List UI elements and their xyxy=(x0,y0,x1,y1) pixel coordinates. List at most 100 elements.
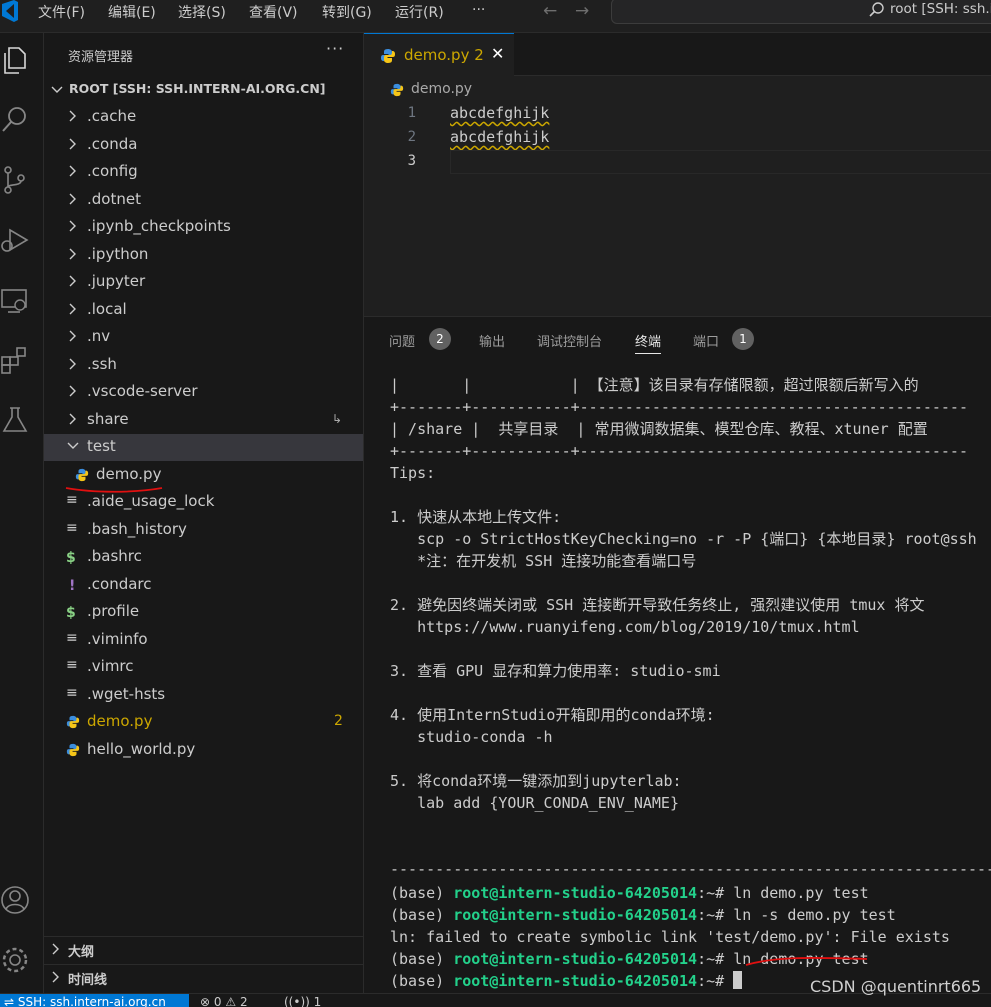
tree-item-label: .vscode-server xyxy=(87,382,198,400)
ports-status[interactable]: ((•)) 1 xyxy=(284,994,321,1007)
terminal[interactable]: | | | 【注意】该目录有存储限额，超过限额后新写入的 +-------+---… xyxy=(390,375,991,990)
code-text[interactable]: abcdefghijk xyxy=(450,128,549,146)
terminal-prompt-line: (base) root@intern-studio-64205014:~# xyxy=(390,971,743,990)
tree-item-label: .bashrc xyxy=(87,547,142,565)
chevron-right-icon xyxy=(69,385,76,397)
tree-item-label: .cache xyxy=(87,107,137,125)
code-line-current[interactable]: 3 xyxy=(364,150,991,174)
tree-item[interactable]: .ipython xyxy=(44,242,363,269)
forward-arrow-icon[interactable]: → xyxy=(575,1,589,21)
tree-item[interactable]: .conda xyxy=(44,132,363,159)
tree-item[interactable]: demo.py 2 xyxy=(44,709,363,736)
tree-item[interactable]: ≡ .aide_usage_lock xyxy=(44,489,363,516)
menu-run[interactable]: 运行(R) xyxy=(395,2,444,22)
command-text: ln demo.py test xyxy=(733,950,869,968)
breadcrumb-file[interactable]: demo.py xyxy=(411,81,472,97)
tree-item[interactable]: .vscode-server xyxy=(44,379,363,406)
tab-ports[interactable]: 端口 xyxy=(693,331,719,350)
terminal-error-output: ln: failed to create symbolic link 'test… xyxy=(390,928,950,946)
tree-item[interactable]: $ .profile xyxy=(44,599,363,626)
tree-item[interactable]: ≡ .wget-hsts xyxy=(44,682,363,709)
tab-demo-py[interactable]: demo.py 2 ✕ xyxy=(364,33,514,76)
python-file-icon xyxy=(66,743,80,759)
prompt-suffix: :~# xyxy=(697,884,734,902)
tree-item[interactable]: ≡ .vimrc xyxy=(44,654,363,681)
back-arrow-icon[interactable]: ← xyxy=(543,1,557,21)
current-line-highlight xyxy=(450,150,991,174)
command-center[interactable]: root [SSH: ssh.i xyxy=(611,0,991,24)
tree-item[interactable]: ! .condarc xyxy=(44,572,363,599)
tree-item[interactable]: .cache xyxy=(44,104,363,131)
menu-file[interactable]: 文件(F) xyxy=(38,2,85,22)
tree-item[interactable]: ≡ .viminfo xyxy=(44,627,363,654)
code-line[interactable]: 1 abcdefghijk xyxy=(364,102,991,126)
explorer-files-icon[interactable] xyxy=(0,45,30,75)
tab-output[interactable]: 输出 xyxy=(479,331,505,350)
chevron-right-icon xyxy=(69,165,76,177)
text-file-icon: ≡ xyxy=(66,492,78,508)
terminal-line: | | | 【注意】该目录有存储限额，超过限额后新写入的 xyxy=(390,376,919,394)
tree-item[interactable]: .local xyxy=(44,297,363,324)
tab-problems[interactable]: 问题 xyxy=(389,331,415,350)
more-actions-icon[interactable]: ··· xyxy=(326,39,344,58)
testing-flask-icon[interactable] xyxy=(0,405,30,435)
tree-item[interactable]: .dotnet xyxy=(44,187,363,214)
problems-status[interactable]: ⊗ 0 ⚠ 2 xyxy=(200,994,248,1007)
window-title: root [SSH: ssh.i xyxy=(890,1,991,17)
search-icon[interactable] xyxy=(0,105,30,135)
tree-item[interactable]: share ↳ xyxy=(44,407,363,434)
tab-debug-console[interactable]: 调试控制台 xyxy=(537,331,602,350)
code-text[interactable]: abcdefghijk xyxy=(450,104,549,122)
remote-indicator[interactable]: ⇌ SSH: ssh.intern-ai.org.cn xyxy=(0,994,189,1007)
python-file-icon xyxy=(75,468,89,484)
tree-item[interactable]: .jupyter xyxy=(44,269,363,296)
terminal-line: 3. 查看 GPU 显存和算力使用率: studio-smi xyxy=(390,662,721,680)
menu-view[interactable]: 查看(V) xyxy=(249,2,298,22)
code-line[interactable]: 2 abcdefghijk xyxy=(364,126,991,150)
outline-section[interactable]: 大纲 xyxy=(44,936,363,961)
menu-edit[interactable]: 编辑(E) xyxy=(108,2,156,22)
menu-go[interactable]: 转到(G) xyxy=(322,2,372,22)
terminal-line: | /share | 共享目录 | 常用微调数据集、模型仓库、教程、xtuner… xyxy=(390,420,928,438)
chevron-down-icon xyxy=(67,442,79,449)
terminal-line: https://www.ruanyifeng.com/blog/2019/10/… xyxy=(390,618,860,636)
menu-selection[interactable]: 选择(S) xyxy=(178,2,226,22)
close-icon[interactable]: ✕ xyxy=(491,44,504,63)
menu-more[interactable]: ··· xyxy=(472,2,485,18)
error-count: 0 xyxy=(213,995,222,1007)
timeline-section[interactable]: 时间线 xyxy=(44,964,363,989)
code-editor[interactable]: 1 abcdefghijk 2 abcdefghijk 3 xyxy=(364,102,991,312)
tree-item-label: share xyxy=(87,409,129,428)
tree-item[interactable]: test xyxy=(44,434,363,461)
extensions-icon[interactable] xyxy=(0,345,30,375)
tab-terminal[interactable]: 终端 xyxy=(635,331,662,354)
chevron-right-icon xyxy=(69,248,76,259)
activity-bar xyxy=(0,33,44,993)
tree-item-label: .wget-hsts xyxy=(87,684,166,703)
ports-count-badge: 1 xyxy=(732,328,754,350)
tree-item[interactable]: .nv xyxy=(44,324,363,351)
tree-item[interactable]: .config xyxy=(44,159,363,186)
workspace-root[interactable]: ROOT [SSH: SSH.INTERN-AI.ORG.CN] xyxy=(44,79,363,101)
run-debug-icon[interactable] xyxy=(0,225,30,255)
prompt-user: root@intern-studio-64205014 xyxy=(453,972,698,990)
tree-item[interactable]: .ssh xyxy=(44,352,363,379)
account-icon[interactable] xyxy=(0,885,30,915)
terminal-line: 5. 将conda环境一键添加到jupyterlab: xyxy=(390,772,682,790)
remote-icon: ⇌ xyxy=(4,995,18,1007)
chevron-right-icon xyxy=(52,971,59,983)
remote-explorer-icon[interactable] xyxy=(0,285,30,315)
source-control-icon[interactable] xyxy=(0,165,30,195)
tree-item[interactable]: .ipynb_checkpoints xyxy=(44,214,363,241)
error-icon: ⊗ xyxy=(200,995,211,1007)
problem-count-badge: 2 xyxy=(334,713,343,729)
breadcrumb[interactable]: demo.py xyxy=(364,76,991,102)
gear-icon[interactable] xyxy=(0,945,30,975)
tree-item[interactable]: hello_world.py xyxy=(44,737,363,764)
tree-item[interactable]: demo.py xyxy=(44,462,363,489)
tree-item[interactable]: $ .bashrc xyxy=(44,544,363,571)
tree-item-label: .ssh xyxy=(87,354,117,373)
tree-item[interactable]: ≡ .bash_history xyxy=(44,517,363,544)
terminal-line: +-------+-----------+-------------------… xyxy=(390,442,968,460)
symlink-arrow-icon: ↳ xyxy=(332,411,343,426)
